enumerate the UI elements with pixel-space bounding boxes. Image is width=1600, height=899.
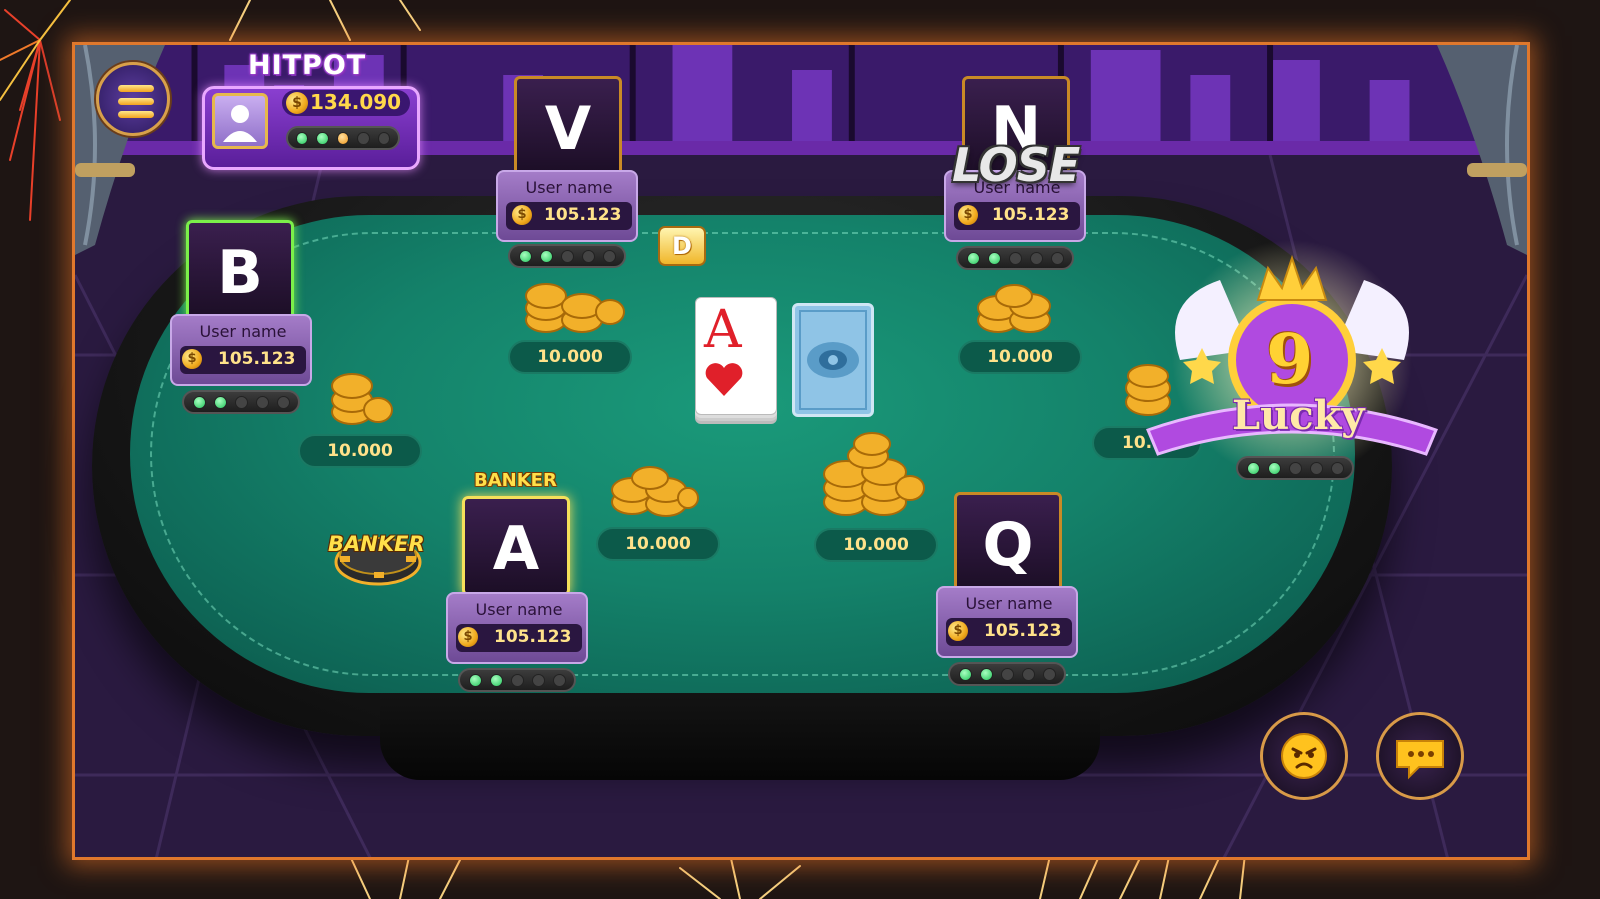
coin-icon: $ [958, 205, 978, 225]
bet-amount-n: 10.000 [958, 340, 1082, 374]
game-stage: HITPOT $ 134.090 V User name $ 105.123 N… [0, 0, 1600, 899]
chat-button[interactable] [1376, 712, 1464, 800]
card-back-pattern-icon [799, 310, 867, 410]
hitpot-level-dots [286, 126, 400, 150]
coin-icon: $ [512, 205, 532, 225]
banker-chip-label: BANKER [328, 532, 425, 556]
heart-suit-icon [705, 363, 743, 396]
firework-decoration-top [229, 0, 421, 41]
coin-icon: $ [458, 627, 478, 647]
chip-stack-icon [525, 283, 625, 333]
user-avatar-icon [223, 105, 257, 142]
player-level-dots [956, 246, 1074, 270]
emoji-button[interactable] [1260, 712, 1348, 800]
player-username: User name [199, 322, 287, 341]
dealer-button: D [658, 226, 706, 266]
card-face-down [792, 303, 874, 417]
bet-amount-a: 10.000 [596, 527, 720, 561]
chat-bubble-icon [1396, 740, 1444, 780]
menu-button[interactable] [96, 62, 170, 136]
hitpot-title: HITPOT [248, 50, 367, 81]
player-level-dots [182, 390, 300, 414]
player-nameplate: User name $ 105.123 [496, 170, 638, 242]
chip-stack-icon [977, 284, 1051, 333]
player-nameplate: User name $ 105.123 [936, 586, 1078, 658]
player-nameplate: User name $ 105.123 [170, 314, 312, 386]
player-initial-tile: A [462, 496, 570, 596]
curtain-right [1437, 45, 1527, 255]
player-balance: 105.123 [494, 627, 572, 647]
bet-amount-center: 10.000 [814, 528, 938, 562]
lucky-label: Lucky [1232, 392, 1365, 439]
lose-status-label: LOSE [952, 138, 1080, 192]
player-balance: 105.123 [218, 349, 296, 369]
lucky-level-dots [1236, 456, 1354, 480]
player-balance: 105.123 [984, 621, 1062, 641]
player-initial-tile: Q [954, 492, 1062, 592]
chip-stack-icon [823, 432, 925, 516]
player-balance: 105.123 [992, 205, 1070, 225]
player-initial-tile: B [186, 220, 294, 320]
player-username: User name [475, 600, 563, 619]
player-nameplate: User name $ 105.123 [446, 592, 588, 664]
player-level-dots [948, 662, 1066, 686]
hitpot-amount: 134.090 [310, 90, 402, 114]
player-level-dots [458, 668, 576, 692]
player-username: User name [965, 594, 1053, 613]
player-username: User name [525, 178, 613, 197]
hamburger-menu-icon [118, 85, 154, 92]
player-balance: 105.123 [544, 205, 622, 225]
banker-tag: BANKER [474, 470, 557, 491]
player-initial-tile: V [514, 76, 622, 176]
card-ace-of-hearts: A [695, 297, 777, 415]
chip-stack-icon [331, 373, 393, 425]
coin-icon: $ [948, 621, 968, 641]
avatar[interactable] [212, 93, 268, 149]
bet-amount-v: 10.000 [508, 340, 632, 374]
player-level-dots [508, 244, 626, 268]
lucky-number: 9 [1266, 320, 1314, 400]
coin-icon: $ [182, 349, 202, 369]
bet-amount-b: 10.000 [298, 434, 422, 468]
poker-table-base [380, 690, 1100, 780]
chip-stack-icon [611, 466, 699, 517]
coin-icon: $ [286, 92, 308, 114]
emoji-face-icon [1281, 733, 1327, 779]
card-rank: A [704, 300, 742, 360]
